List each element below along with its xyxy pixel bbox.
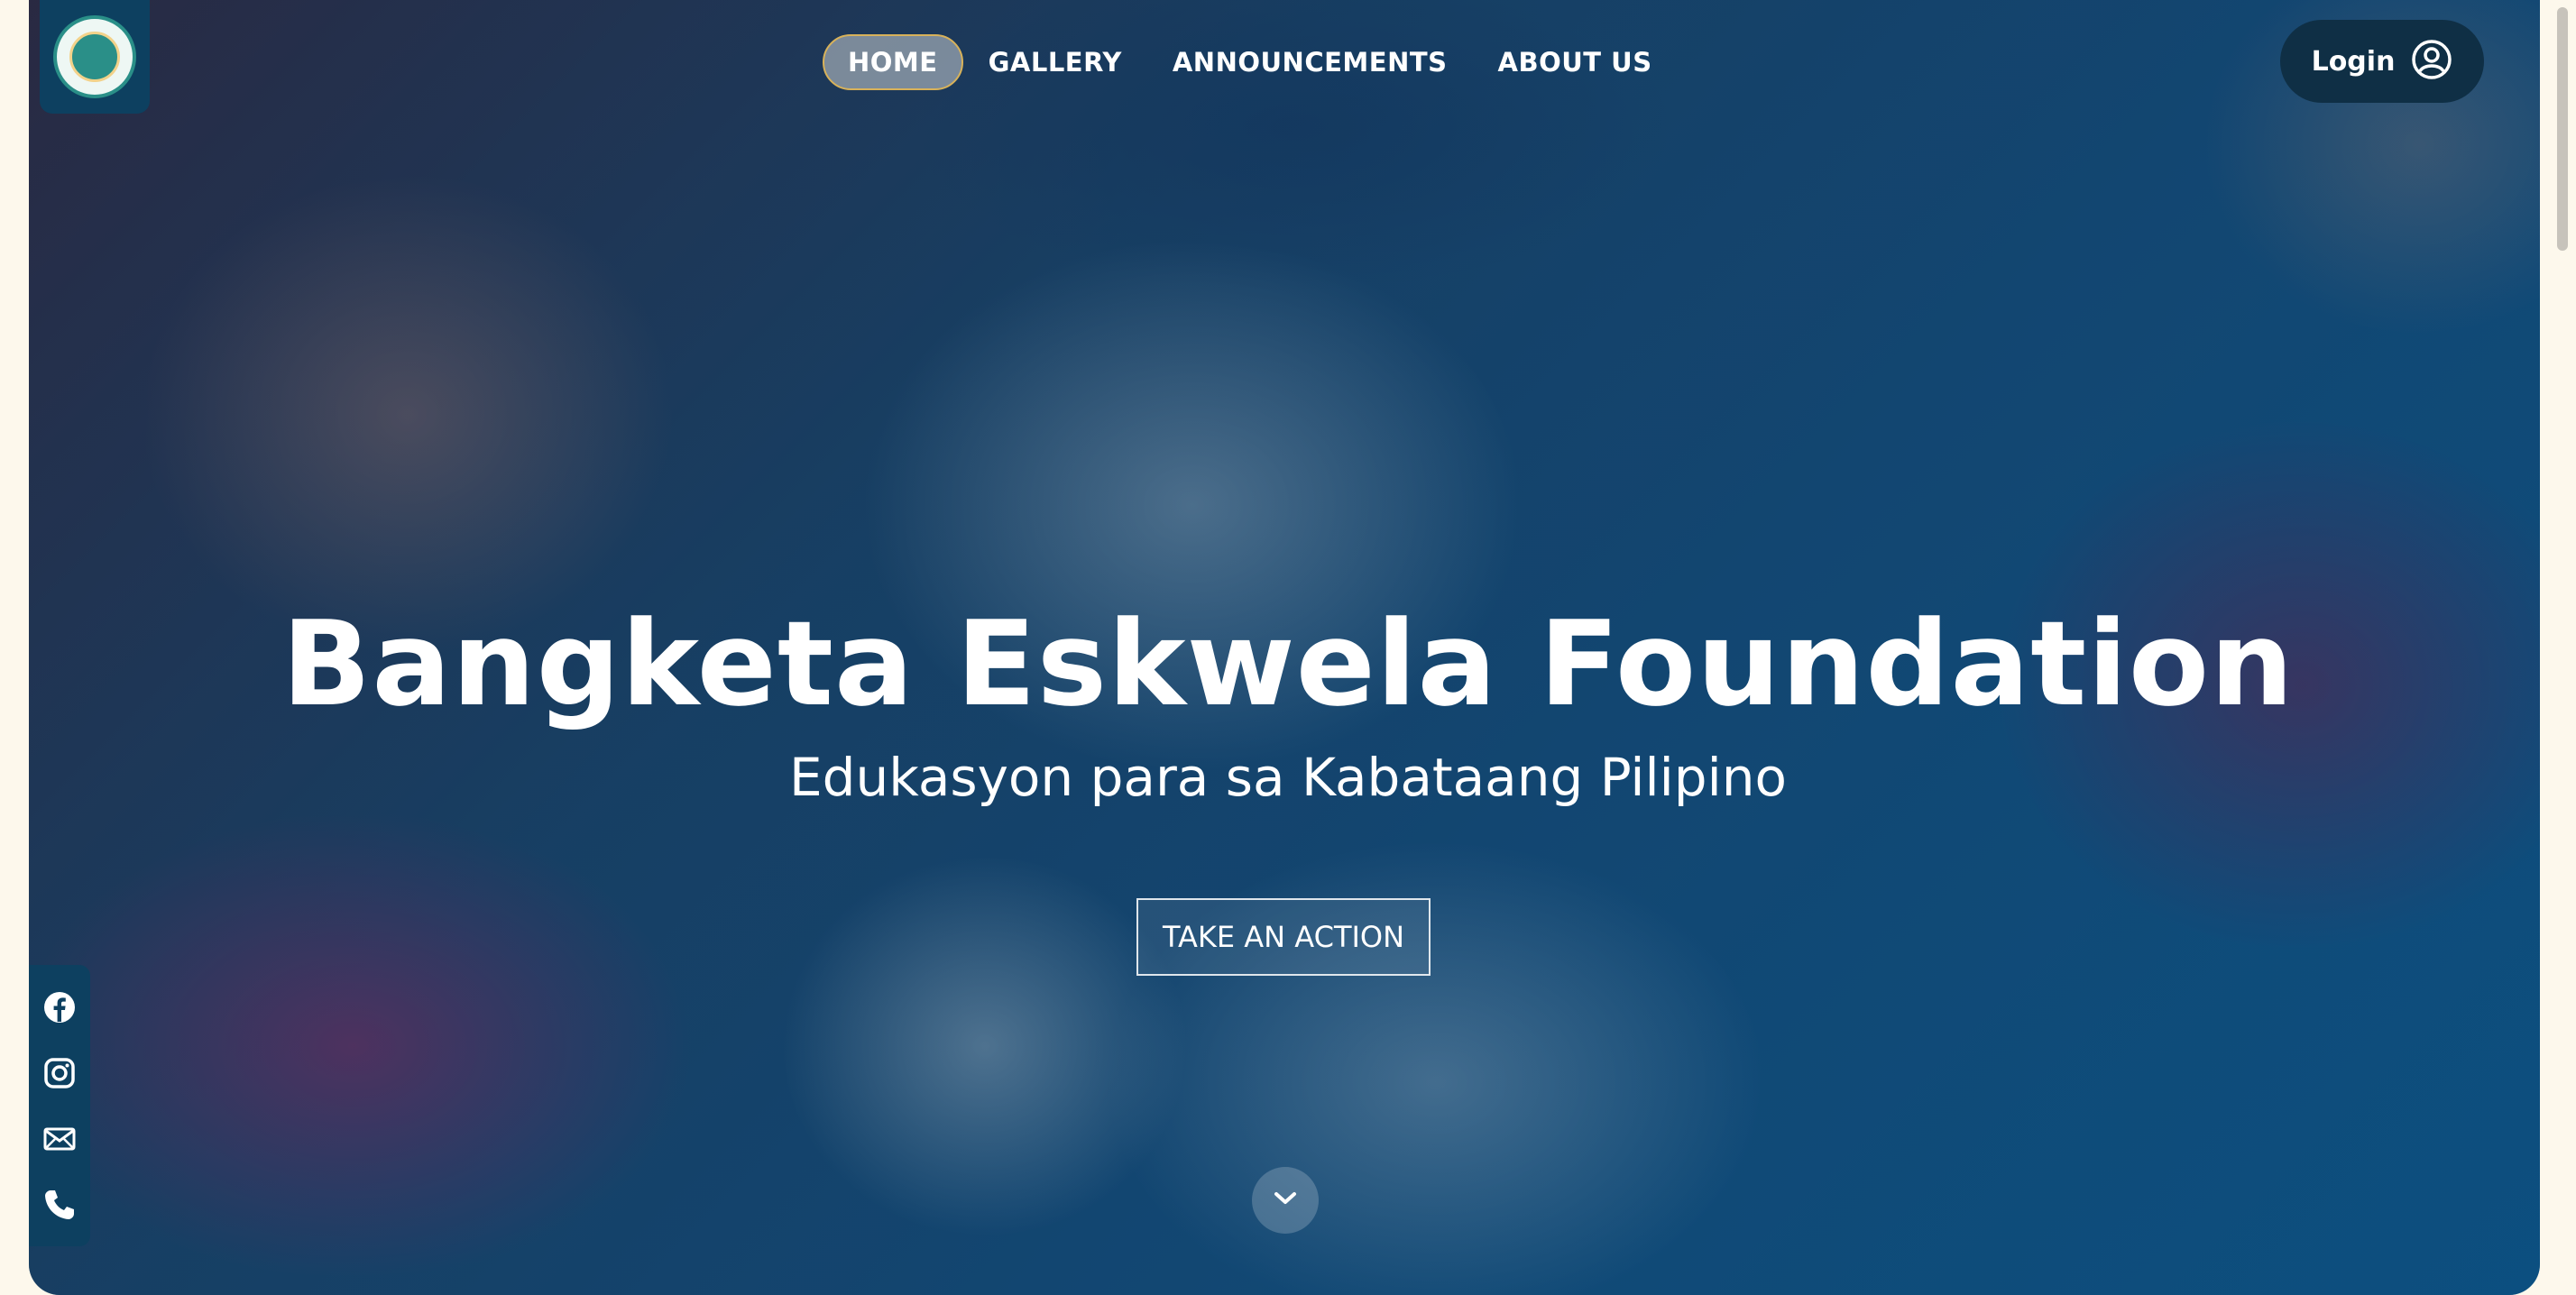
user-circle-icon: [2411, 39, 2452, 84]
hero-title: Bangketa Eskwela Foundation: [281, 595, 2295, 732]
page-scrollbar[interactable]: [2549, 0, 2576, 1295]
email-icon[interactable]: [41, 1121, 78, 1157]
take-action-button[interactable]: TAKE AN ACTION: [1136, 898, 1431, 976]
logo-tab[interactable]: [40, 0, 150, 114]
phone-icon[interactable]: [41, 1187, 78, 1223]
scroll-down-button[interactable]: [1252, 1167, 1319, 1234]
chevron-down-icon: [1272, 1189, 1299, 1211]
hero-subtitle: Edukasyon para sa Kabataang Pilipino: [789, 747, 1787, 808]
nav-about-us[interactable]: ABOUT US: [1473, 34, 1678, 90]
nav-announcements[interactable]: ANNOUNCEMENTS: [1147, 34, 1473, 90]
nav-home[interactable]: HOME: [823, 34, 963, 90]
logo-emblem-icon: [69, 32, 120, 82]
scrollbar-thumb[interactable]: [2557, 7, 2568, 251]
login-label: Login: [2311, 45, 2396, 78]
main-nav: HOME GALLERY ANNOUNCEMENTS ABOUT US: [823, 34, 1678, 90]
foundation-logo: [53, 15, 136, 98]
facebook-icon[interactable]: [41, 989, 78, 1025]
instagram-icon[interactable]: [41, 1055, 78, 1091]
social-links-bar: [29, 965, 90, 1246]
nav-gallery[interactable]: GALLERY: [963, 34, 1147, 90]
login-button[interactable]: Login: [2280, 20, 2484, 103]
